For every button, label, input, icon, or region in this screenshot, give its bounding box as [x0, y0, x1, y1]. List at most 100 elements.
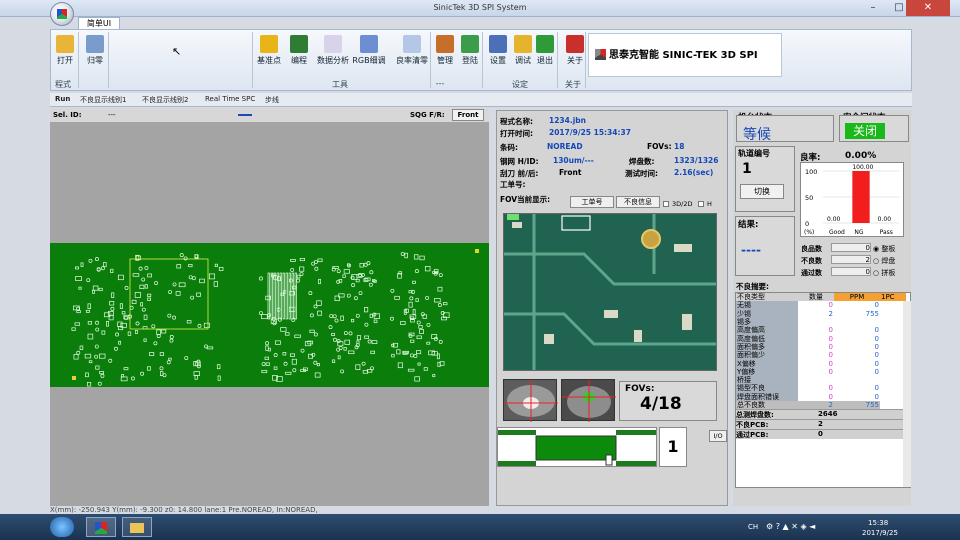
- tab-run[interactable]: Run: [55, 95, 70, 103]
- tab-realtime-spc[interactable]: Real Time SPC: [205, 95, 255, 103]
- ribbon-button-2[interactable]: 归零: [82, 33, 108, 81]
- defect-row[interactable]: 高度偏高 0 0: [736, 326, 906, 335]
- ribbon-button-4[interactable]: 编程: [286, 33, 312, 81]
- work-order-label: 工单号:: [500, 180, 526, 189]
- defect-table[interactable]: 不良类型 数量 PPM 1PC 无锡 0 0 少锡 2 755 锡多 高度偏高 0 0 高度偏低 0 0…: [735, 292, 911, 488]
- 3d2d-checkbox[interactable]: [663, 201, 669, 207]
- defect-cell: [834, 375, 880, 385]
- defect-cell: 0: [834, 392, 880, 401]
- col-ppm[interactable]: PPM: [834, 293, 880, 302]
- ribbon-button-5[interactable]: 数据分析: [314, 33, 352, 81]
- sqg-front-button[interactable]: Front: [452, 109, 484, 121]
- defect-cell: 755: [834, 309, 880, 318]
- ribbon-group-label: 工具: [332, 80, 348, 89]
- pcb-board-image[interactable]: [50, 243, 489, 387]
- tab-defect-line-2[interactable]: 不良显示线别2: [142, 95, 188, 105]
- defect-row[interactable]: 面积偏多 0 0: [736, 342, 906, 352]
- sel-id-value: ---: [108, 111, 116, 119]
- defect-row[interactable]: 高度偏低 0 0: [736, 334, 906, 343]
- track-switch-button[interactable]: 切换: [740, 184, 784, 199]
- mode-pad-radio[interactable]: ○ 焊盘: [873, 256, 895, 266]
- mode-panel-radio[interactable]: ○ 拼板: [873, 268, 895, 278]
- defect-row[interactable]: X偏移 0 0: [736, 359, 906, 368]
- clock-date: 2017/9/25: [862, 529, 898, 537]
- defect-cell: 无锡: [736, 301, 798, 310]
- chart-icon: [324, 35, 342, 53]
- minimize-button[interactable]: –: [860, 0, 886, 16]
- ribbon-button-6[interactable]: RGB细调: [348, 33, 390, 81]
- defect-summary-row: 总测焊盘数: 2646: [736, 409, 910, 420]
- defect-cell: 高度偏高: [736, 326, 798, 335]
- track-value: 1: [742, 161, 752, 177]
- defect-row[interactable]: 面积偏少 0 0: [736, 351, 906, 360]
- status-panel: 机台状态: 等候 安全门状态: 关闭 轨道编号 1 切换 结果: ---- 良率…: [733, 110, 911, 506]
- col-count[interactable]: 数量: [798, 293, 834, 301]
- ribbon-button-label: 编程: [291, 56, 307, 65]
- tab-step-line[interactable]: 步线: [265, 95, 279, 105]
- squeegee-label: 刮刀 前/后:: [500, 169, 539, 178]
- defect-row[interactable]: 锡多: [736, 317, 906, 327]
- h-label: H: [707, 200, 712, 208]
- ribbon-button-1[interactable]: 打开: [52, 33, 78, 81]
- fov-display-label: FOV当前显示:: [500, 195, 551, 204]
- defect-row[interactable]: 总不良数 2 755: [736, 400, 906, 410]
- stencil-value: 130um/---: [553, 156, 594, 165]
- mode-board-radio[interactable]: ◉ 整板: [873, 244, 895, 254]
- taskbar-app-spi[interactable]: [86, 517, 116, 537]
- door-status-box: 关闭: [839, 115, 909, 142]
- defect-row[interactable]: 无锡 0 0: [736, 301, 906, 310]
- ribbon-button-label: 登陆: [462, 56, 478, 65]
- ribbon-button-label: 打开: [57, 56, 73, 65]
- tray-icons[interactable]: ⚙ ? ▲ ✕ ◈ ◄: [766, 522, 815, 531]
- barcode-value: NOREAD: [547, 142, 583, 151]
- summary-label: 通过PCB:: [736, 431, 769, 440]
- defect-cell: 0: [798, 367, 834, 376]
- pass-value: 0: [831, 267, 871, 276]
- close-button[interactable]: ✕: [906, 0, 950, 16]
- h-checkbox[interactable]: [698, 201, 704, 207]
- defect-info-button[interactable]: 不良信息: [616, 196, 660, 208]
- ribbon-button-3[interactable]: 基准点: [256, 33, 282, 81]
- tab-defect-line-1[interactable]: 不良显示线别1: [80, 95, 126, 105]
- taskbar-explorer[interactable]: [122, 517, 152, 537]
- result-label: 结果:: [738, 220, 759, 230]
- defect-row[interactable]: 焊盘面积错误 0 0: [736, 392, 906, 401]
- defect-cell: 焊盘面积错误: [736, 392, 798, 401]
- fov-3d-thumbnail[interactable]: [561, 379, 616, 422]
- tray-language[interactable]: CH: [748, 523, 758, 531]
- yield-category-label: Pass: [880, 229, 893, 236]
- door-status-value: 关闭: [845, 123, 885, 139]
- lane-number: 1: [659, 427, 687, 467]
- result-box: 结果: ----: [735, 216, 795, 276]
- track-label: 轨道编号: [738, 149, 770, 158]
- start-button[interactable]: [50, 517, 74, 537]
- fov-counter-box: FOVs: 4/18: [619, 381, 717, 421]
- defect-table-scrollbar[interactable]: [903, 301, 911, 487]
- pass-label: 通过数: [801, 269, 822, 277]
- ribbon-button-9[interactable]: 登陆: [457, 33, 483, 81]
- defect-cell: 少锡: [736, 309, 798, 318]
- ribbon-button-10[interactable]: 设置: [485, 33, 511, 81]
- defect-row[interactable]: 锡型不良 0 0: [736, 384, 906, 393]
- stencil-label: 钢网 H/ID:: [500, 157, 539, 166]
- defect-row[interactable]: Y偏移 0 0: [736, 367, 906, 376]
- yield-chart: 100 50 0 (%) 0.00 Good 100.00 NG 0.00 Pass: [800, 162, 904, 237]
- fov-image[interactable]: [503, 213, 717, 371]
- defect-row[interactable]: 少锡 2 755: [736, 309, 906, 318]
- board-view-panel: Sel. ID: --- SQG F/R: Front: [50, 108, 489, 506]
- yield-value-label: 0.00: [878, 216, 892, 223]
- track-box: 轨道编号 1 切换: [735, 146, 795, 212]
- fov-2d-thumbnail[interactable]: [503, 379, 558, 422]
- ribbon-separator: [482, 32, 483, 88]
- ribbon-button-8[interactable]: 管理: [432, 33, 458, 81]
- brand-text: 思泰克智能 SINIC-TEK 3D SPI: [609, 50, 758, 61]
- pcb-layout-graphic: [71, 249, 479, 387]
- ribbon-button-12[interactable]: 退出: [532, 33, 558, 81]
- good-value: 0: [831, 243, 871, 252]
- app-logo-icon[interactable]: [50, 2, 74, 26]
- io-button[interactable]: I/O: [709, 430, 727, 442]
- ribbon-button-7[interactable]: 良率清零: [393, 33, 431, 81]
- work-order-button[interactable]: 工单号: [570, 196, 614, 208]
- mouse-cursor-icon: ↖: [172, 45, 182, 58]
- defect-cell: X偏移: [736, 359, 798, 368]
